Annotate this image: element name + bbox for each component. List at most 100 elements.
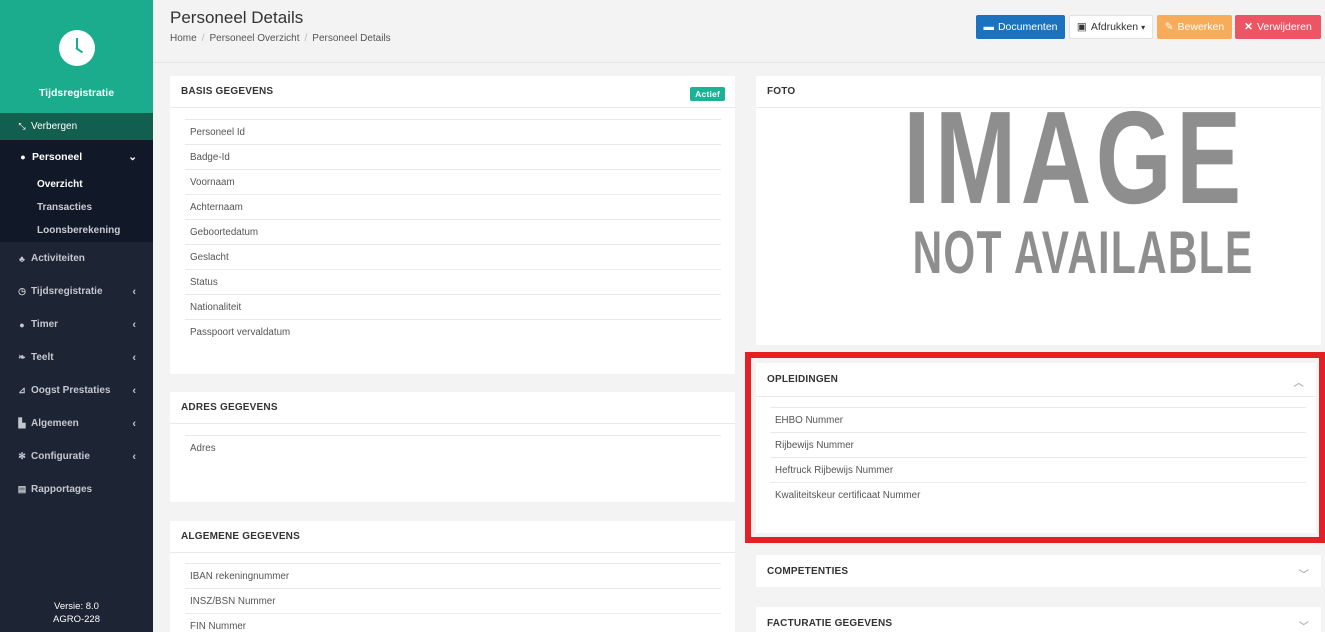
breadcrumb-home[interactable]: Home [170,33,197,44]
field-fin-nummer: FIN Nummer [185,613,721,632]
nav-sub-overzicht[interactable]: Overzicht [0,173,153,196]
field-badge-id: Badge-Id [185,144,721,169]
nav-label: Rapportages [31,484,93,495]
chevron-left-icon: ‹ [132,351,136,364]
panel-header: BASIS GEGEVENS Actief [170,76,735,108]
file-icon: ▤ [17,484,27,494]
leaf-icon: ❧ [18,352,26,362]
line-chart-icon: ⊿ [18,385,26,395]
facturatie-gegevens-panel[interactable]: FACTURATIE GEGEVENS ﹀ [756,607,1321,632]
bewerken-label: Bewerken [1177,21,1225,33]
brand: Tijdsregistratie [0,0,153,113]
chevron-left-icon: ‹ [132,450,136,463]
image-not-available-placeholder: IMAGE NOT AVAILABLE [863,84,1254,286]
nav-label: Algemeen [31,418,79,429]
version-text: Versie: 8.0 [54,601,99,612]
field-passpoort-vervaldatum: Passpoort vervaldatum [185,319,721,344]
field-adres: Adres [185,435,721,460]
documenten-label: Documenten [997,21,1058,33]
adres-gegevens-panel: ADRES GEGEVENS Adres [170,392,735,502]
nav-sub-loonsberekening[interactable]: Loonsberekening [0,219,153,242]
panel-title: BASIS GEGEVENS [181,86,274,97]
placeholder-line-1: IMAGE [903,84,1246,231]
afdrukken-button[interactable]: ▣ Afdrukken ▾ [1069,15,1153,39]
panel-header[interactable]: COMPETENTIES ﹀ [756,555,1321,587]
chevron-down-icon[interactable]: ﹀ [1299,566,1309,581]
user-icon: ● [20,151,26,162]
field-iban: IBAN rekeningnummer [185,563,721,588]
collapse-icon: ⤡ [18,121,26,131]
field-voornaam: Voornaam [185,169,721,194]
nav-oogst-prestaties[interactable]: ⊿ Oogst Prestaties ‹ [0,374,153,407]
panel-header: ALGEMENE GEGEVENS [170,521,735,553]
header-divider [153,62,1325,63]
status-badge: Actief [690,87,725,101]
basis-gegevens-panel: BASIS GEGEVENS Actief Personeel Id Badge-… [170,76,735,374]
nav-label: Timer [31,319,59,330]
nav-label: Configuratie [31,451,90,462]
panel-title: ADRES GEGEVENS [181,402,278,413]
panel-header: ADRES GEGEVENS [170,392,735,424]
nav-group-personeel: ● Personeel ⌄ Overzicht Transacties Loonsb… [0,140,153,242]
chevron-down-icon: ⌄ [128,150,137,163]
nav-label: Teelt [31,352,54,363]
nav-rapportages[interactable]: ▤ Rapportages [0,473,153,506]
chevron-down-icon[interactable]: ﹀ [1299,618,1309,632]
nav-sub-transacties[interactable]: Transacties [0,196,153,219]
nav-tijdsregistratie[interactable]: ◷ Tijdsregistratie ‹ [0,275,153,308]
gear-icon: ✻ [18,451,26,461]
nav-personeel-label: Personeel [32,150,83,163]
panel-header[interactable]: FACTURATIE GEGEVENS ﹀ [756,607,1321,632]
app-name: Tijdsregistratie [38,87,115,99]
panel-title: COMPETENTIES [767,565,849,577]
field-geboortedatum: Geboortedatum [185,219,721,244]
bar-chart-icon: ▙ [18,418,26,428]
afdrukken-label: Afdrukken [1090,21,1139,33]
panel-title: FOTO [767,86,796,97]
nav-timer[interactable]: ● Timer ‹ [0,308,153,341]
bewerken-button[interactable]: ✎ Bewerken [1157,15,1232,39]
field-achternaam: Achternaam [185,194,721,219]
field-nationaliteit: Nationaliteit [185,294,721,319]
field-personeel-id: Personeel Id [185,119,721,144]
nav-teelt[interactable]: ❧ Teelt ‹ [0,341,153,374]
breadcrumb-current: Personeel Details [312,33,391,44]
foto-panel: FOTO IMAGE NOT AVAILABLE [756,76,1321,345]
documenten-button[interactable]: ▬ Documenten [976,15,1065,39]
nav-configuratie[interactable]: ✻ Configuratie ‹ [0,440,153,473]
sidebar: Tijdsregistratie ⤡ Verbergen ● Personeel ⌄ … [0,0,153,632]
print-icon: ▣ [1076,21,1087,33]
field-geslacht: Geslacht [185,244,721,269]
field-insz-bsn: INSZ/BSN Nummer [185,588,721,613]
chevron-left-icon: ‹ [132,285,136,298]
page-title: Personeel Details [170,8,304,27]
field-status: Status [185,269,721,294]
hide-label: Verbergen [31,121,78,132]
highlight-box [745,352,1325,543]
clock-icon [58,30,95,66]
nav-personeel[interactable]: ● Personeel ⌄ [0,140,153,173]
nav-algemeen[interactable]: ▙ Algemeen ‹ [0,407,153,440]
verwijderen-button[interactable]: ✕ Verwijderen [1235,15,1321,39]
nav-label: Oogst Prestaties [31,385,111,396]
breadcrumb-personeel-overzicht[interactable]: Personeel Overzicht [209,33,299,44]
nav-activiteiten[interactable]: ♣ Activiteiten [0,242,153,275]
verwijderen-label: Verwijderen [1256,21,1312,33]
placeholder-line-2: NOT AVAILABLE [912,219,1254,286]
chevron-left-icon: ‹ [132,318,136,331]
build-text: AGRO-228 [53,614,100,625]
nav-label: Tijdsregistratie [31,286,103,297]
version-info: Versie: 8.0 AGRO-228 [0,600,153,626]
nav-label: Activiteiten [31,253,85,264]
chevron-left-icon: ‹ [132,384,136,397]
competenties-panel[interactable]: COMPETENTIES ﹀ [756,555,1321,587]
algemene-gegevens-panel: ALGEMENE GEGEVENS IBAN rekeningnummer IN… [170,521,735,632]
panel-title: ALGEMENE GEGEVENS [181,531,300,542]
folder-icon: ▬ [983,21,994,33]
breadcrumb: Home / Personeel Overzicht / Personeel Detai… [170,33,391,44]
hide-sidebar-button[interactable]: ⤡ Verbergen [0,113,153,140]
pencil-icon: ✎ [1164,21,1174,33]
clock-icon: ◷ [18,286,26,296]
close-icon: ✕ [1244,21,1253,33]
stopwatch-icon: ● [19,319,25,330]
